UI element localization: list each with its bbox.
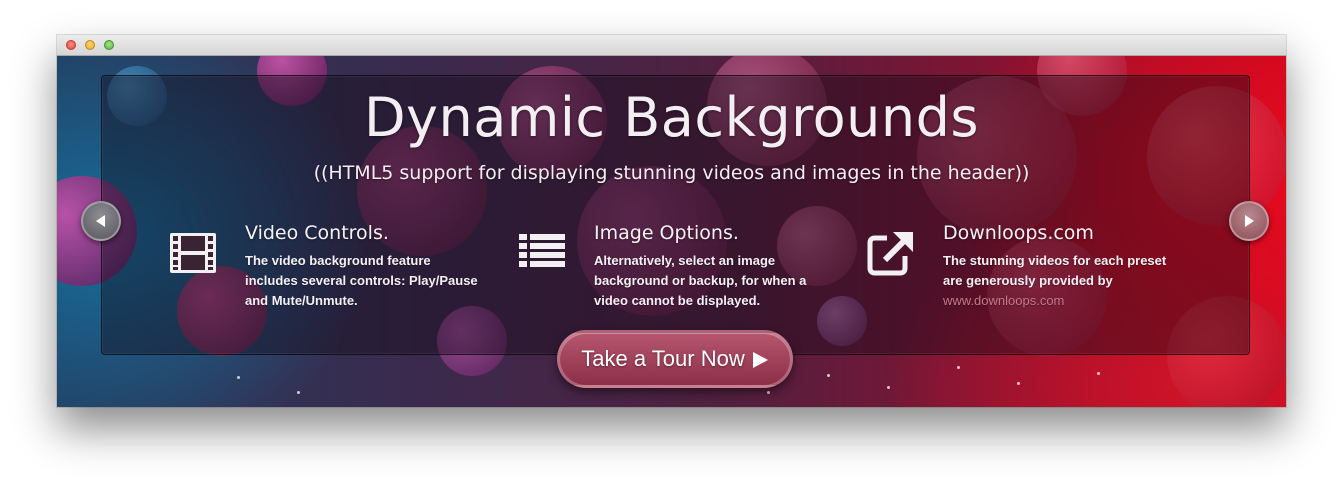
background-sparkle: [957, 366, 960, 369]
feature-heading: Image Options.: [594, 222, 739, 244]
take-a-tour-button[interactable]: Take a Tour Now: [557, 330, 793, 388]
minimize-window-button[interactable]: [85, 40, 95, 50]
chevron-right-icon: [1245, 215, 1254, 227]
close-window-button[interactable]: [66, 40, 76, 50]
background-sparkle: [887, 386, 890, 389]
hero-header: Dynamic Backgrounds ((HTML5 support for …: [57, 56, 1286, 407]
feature-heading: Video Controls.: [245, 222, 389, 244]
background-sparkle: [1017, 382, 1020, 385]
page-title: Dynamic Backgrounds: [363, 86, 980, 149]
external-link-icon: [867, 232, 913, 276]
feature-description: The video background feature includes se…: [245, 253, 478, 308]
feature-video-controls: Video Controls. The video background fea…: [169, 222, 478, 322]
browser-window: Dynamic Backgrounds ((HTML5 support for …: [57, 35, 1286, 407]
previous-slide-button[interactable]: [81, 201, 121, 241]
background-sparkle: [767, 391, 770, 394]
downloops-link[interactable]: www.downloops.com: [943, 293, 1064, 308]
list-icon: [519, 234, 565, 267]
page-subtitle: ((HTML5 support for displaying stunning …: [313, 162, 1030, 184]
feature-description: The stunning videos for each preset are …: [943, 251, 1183, 311]
next-slide-button[interactable]: [1229, 201, 1269, 241]
background-sparkle: [297, 391, 300, 394]
background-sparkle: [1097, 372, 1100, 375]
play-icon: [752, 352, 768, 369]
film-icon: [170, 233, 216, 273]
maximize-window-button[interactable]: [104, 40, 114, 50]
feature-heading: Downloops.com: [943, 222, 1094, 244]
window-titlebar: [57, 35, 1286, 56]
feature-image-options: Image Options. Alternatively, select an …: [518, 222, 818, 322]
feature-downloops: Downloops.com The stunning videos for ea…: [867, 222, 1167, 322]
feature-description: Alternatively, select an image backgroun…: [594, 253, 807, 308]
feature-description-text: The stunning videos for each preset are …: [943, 253, 1167, 288]
background-sparkle: [237, 376, 240, 379]
take-a-tour-label: Take a Tour Now: [581, 346, 745, 371]
background-sparkle: [827, 374, 830, 377]
chevron-left-icon: [96, 215, 105, 227]
